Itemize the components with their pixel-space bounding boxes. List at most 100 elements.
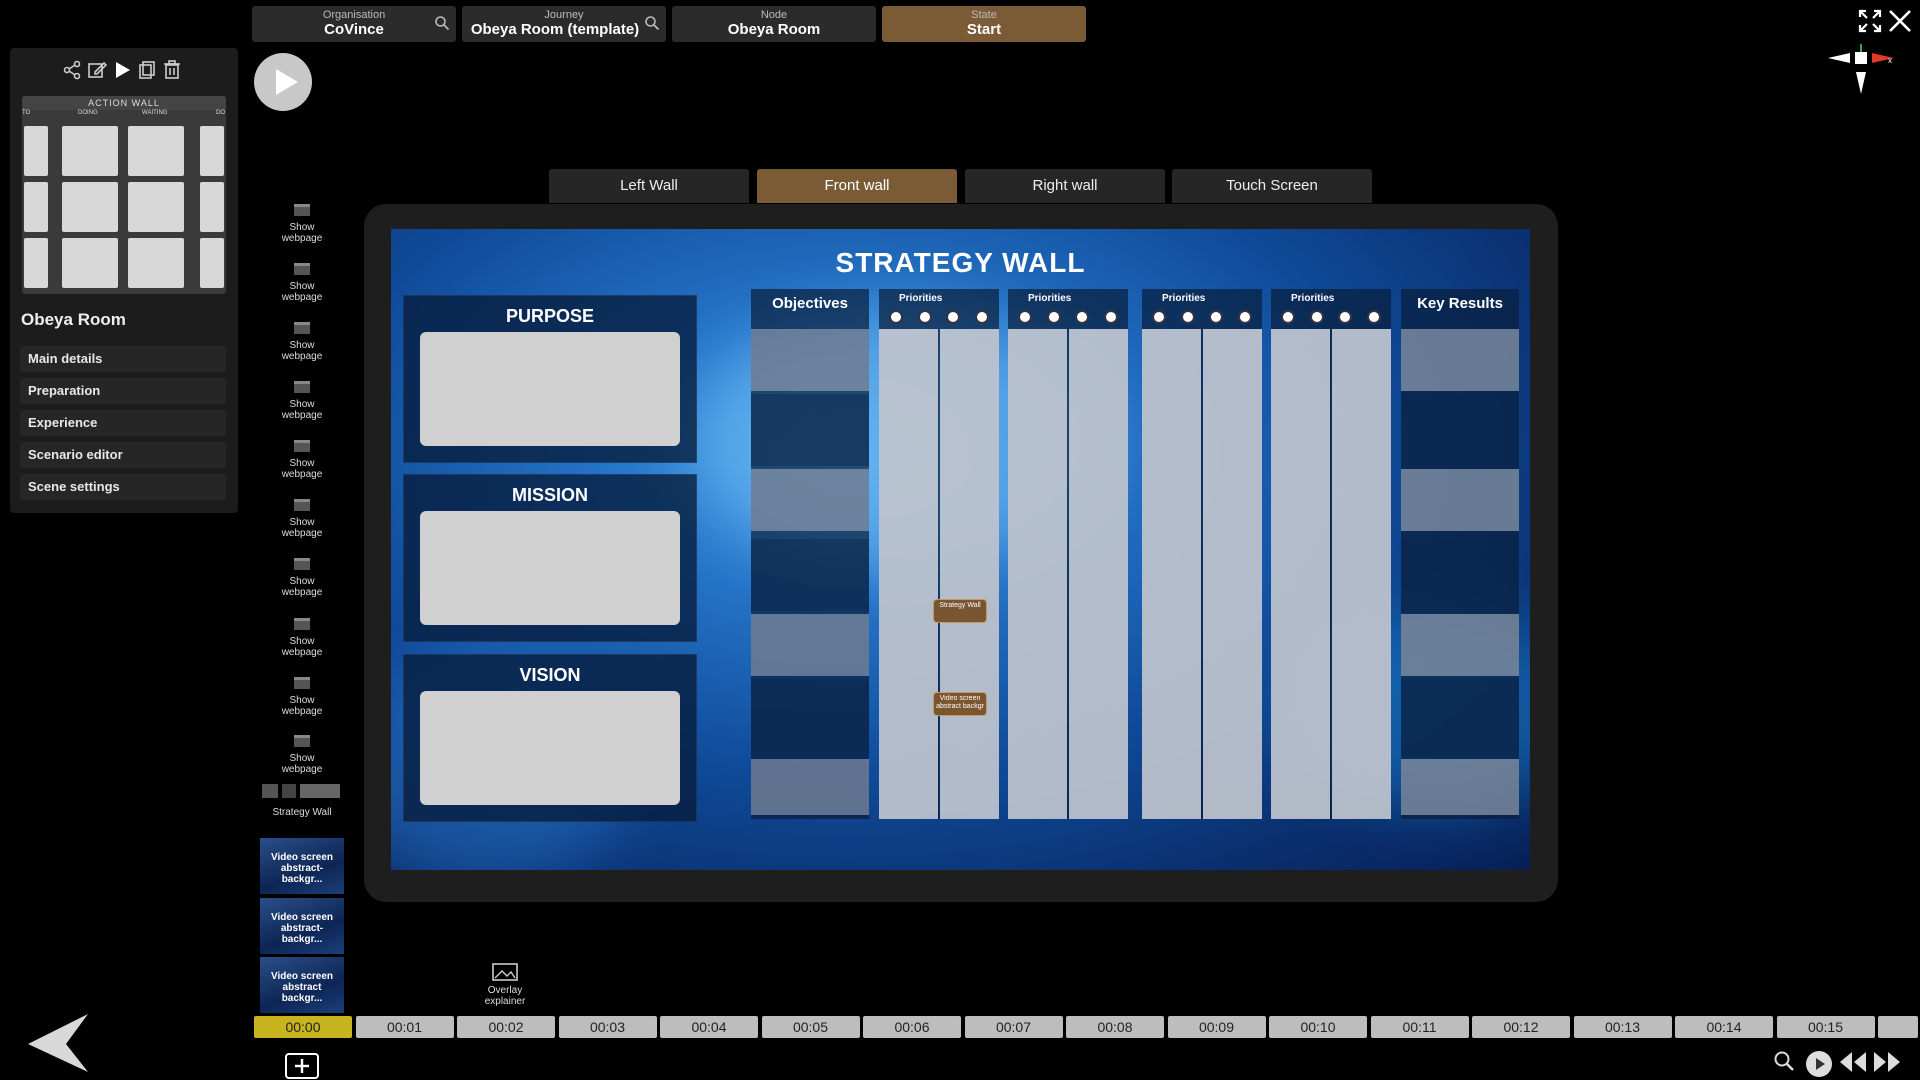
menu-preparation[interactable]: Preparation [20,378,226,404]
scene-item-video-screen[interactable]: Video screen abstract-backgr... [260,838,344,894]
strategy-wall-screen[interactable]: STRATEGY WALL PURPOSE MISSION VISION Obj… [391,229,1530,870]
timeline-slot[interactable]: 00:10 [1269,1016,1367,1038]
close-icon[interactable] [1887,8,1913,34]
scene-item-label: Show webpage [281,340,323,362]
scene-item-show-webpage[interactable]: Show webpage [258,439,346,480]
scene-item-video-screen[interactable]: Video screen abstract-backgr... [260,898,344,954]
add-keyframe-button[interactable] [284,1052,320,1080]
key-result-cell[interactable] [1401,679,1519,755]
menu-scenario-editor[interactable]: Scenario editor [20,442,226,468]
timeline-slot[interactable]: 00:15 [1776,1016,1875,1038]
purpose-box[interactable] [420,332,680,446]
timeline-slot[interactable]: 00:13 [1573,1016,1672,1038]
search-icon[interactable] [434,15,450,31]
tab-left-wall[interactable]: Left Wall [549,169,749,203]
key-result-cell[interactable] [1401,539,1519,611]
timeline-slot[interactable]: 00:04 [660,1016,758,1038]
scene-item-show-webpage[interactable]: Show webpage [258,557,346,598]
timeline-slot[interactable]: 00:11 [1370,1016,1469,1038]
priority-lane[interactable] [1332,329,1391,819]
timeline-slot[interactable]: 00:07 [964,1016,1063,1038]
objective-cell[interactable] [751,469,869,531]
crumb-organisation[interactable]: Organisation CoVince [252,6,456,42]
timeline-slot[interactable]: 00:05 [761,1016,860,1038]
crumb-state[interactable]: State Start [882,6,1086,42]
key-results-column: Key Results [1401,289,1519,819]
edit-icon[interactable] [87,60,107,80]
objective-cell[interactable] [751,614,869,676]
crumb-value: Obeya Room [727,21,821,38]
crumb-label: State [971,9,997,21]
zoom-icon[interactable] [1773,1050,1795,1072]
overlay-explainer-item[interactable]: Overlay explainer [475,962,535,1007]
priority-lane[interactable] [1069,329,1128,819]
objective-cell[interactable] [751,329,869,391]
webpage-icon [294,735,310,747]
scene-item-show-webpage[interactable]: Show webpage [258,262,346,303]
tab-right-wall[interactable]: Right wall [965,169,1165,203]
crumb-journey[interactable]: Journey Obeya Room (template) [462,6,666,42]
key-result-cell[interactable] [1401,329,1519,391]
timeline-play-icon[interactable] [1805,1050,1833,1078]
crumb-node[interactable]: Node Obeya Room [672,6,876,42]
vision-box[interactable] [420,691,680,805]
timeline-slot[interactable]: 00:09 [1167,1016,1266,1038]
menu-scene-settings[interactable]: Scene settings [20,474,226,500]
video-screen-tag[interactable]: Video screen abstract backgr [933,692,987,716]
priority-lane[interactable] [1008,329,1067,819]
scene-item-show-webpage[interactable]: Show webpage [258,617,346,658]
scene-item-label: Strategy Wall [272,807,332,818]
tab-front-wall[interactable]: Front wall [757,169,957,203]
key-result-cell[interactable] [1401,469,1519,531]
fast-forward-icon[interactable] [1872,1050,1902,1074]
timeline-slot[interactable]: 00:01 [355,1016,454,1038]
key-result-cell[interactable] [1401,759,1519,815]
priority-lane[interactable] [1203,329,1262,819]
scene-item-label: Show webpage [281,753,323,775]
timeline-slot[interactable]: 00:12 [1472,1016,1570,1038]
scene-item-show-webpage[interactable]: Show webpage [258,676,346,717]
preview-column-label: TO [22,110,31,116]
objective-cell[interactable] [751,394,869,466]
timeline-slot[interactable]: 00:14 [1675,1016,1773,1038]
scene-item-strategy-wall[interactable]: Strategy Wall [258,782,346,818]
tab-touch-screen[interactable]: Touch Screen [1172,169,1372,203]
strategy-wall-tag[interactable]: Strategy Wall [933,599,987,623]
key-result-cell[interactable] [1401,614,1519,676]
timeline-slot[interactable]: 00:00 [254,1016,352,1038]
objective-cell[interactable] [751,539,869,611]
copy-icon[interactable] [137,60,157,80]
priority-lane[interactable] [1271,329,1330,819]
priority-lane[interactable] [1142,329,1201,819]
menu-main-details[interactable]: Main details [20,346,226,372]
timeline-slot-partial[interactable] [1878,1016,1918,1038]
timeline-slot[interactable]: 00:03 [558,1016,657,1038]
scene-item-show-webpage[interactable]: Show webpage [258,203,346,244]
search-icon[interactable] [644,15,660,31]
scene-item-show-webpage[interactable]: Show webpage [258,380,346,421]
play-icon[interactable] [112,60,132,80]
scene-item-show-webpage[interactable]: Show webpage [258,734,346,775]
timeline-slot[interactable]: 00:08 [1066,1016,1164,1038]
priorities-column: Priorities [1008,289,1128,819]
rewind-icon[interactable] [1838,1050,1868,1074]
timeline-slot[interactable]: 00:06 [863,1016,961,1038]
fullscreen-icon[interactable] [1857,8,1883,34]
back-arrow-icon[interactable] [26,1012,90,1074]
objective-cell[interactable] [751,679,869,755]
scene-item-video-screen[interactable]: Video screen abstract backgr... [260,957,344,1013]
priority-lane[interactable] [879,329,938,819]
objective-cell[interactable] [751,759,869,815]
scene-item-show-webpage[interactable]: Show webpage [258,498,346,539]
share-icon[interactable] [62,60,82,80]
scene-preview-thumbnail[interactable]: ACTION WALL TO DOING WAITING DO [22,96,226,294]
mission-box[interactable] [420,511,680,625]
priority-lane[interactable] [940,329,999,819]
timeline-slot[interactable]: 00:02 [457,1016,555,1038]
trash-icon[interactable] [162,60,182,80]
scene-item-show-webpage[interactable]: Show webpage [258,321,346,362]
menu-experience[interactable]: Experience [20,410,226,436]
key-result-cell[interactable] [1401,394,1519,466]
orientation-gizmo-icon[interactable]: x [1826,44,1896,96]
play-scene-button[interactable] [254,53,312,111]
